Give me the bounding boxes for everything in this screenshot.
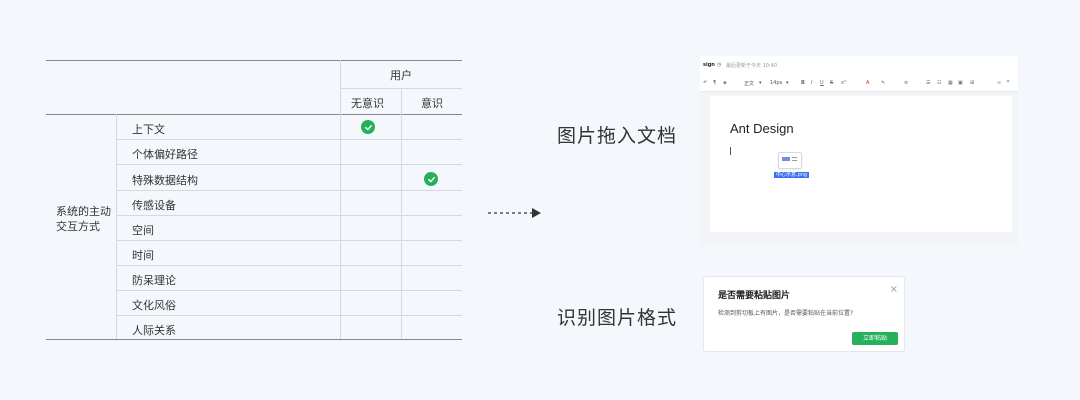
ordered-list-icon[interactable]: ☰ xyxy=(926,80,930,86)
align-icon[interactable]: ≡ xyxy=(904,80,908,86)
check-icon xyxy=(424,172,438,186)
table-rule xyxy=(116,215,462,216)
document-page[interactable]: Ant Design 中心示意.png xyxy=(710,96,1012,232)
paste-now-button[interactable]: 立即粘贴 xyxy=(852,332,898,345)
underline-icon[interactable]: U xyxy=(820,80,824,86)
editor-toolbar: ↶ ¶ ◈ 正文 ▾ 14px ▾ B I U S x² A ✎ ≡ ☰ ☷ ▦… xyxy=(700,74,1018,92)
interaction-matrix-table: 用户 无意识 意识 系统的主动 交互方式 上下文 个体偏好路径 特殊数据结构 传… xyxy=(46,60,462,340)
clock-icon: ◷ xyxy=(717,62,722,68)
image-thumbnail[interactable] xyxy=(778,152,802,169)
row-label: 时间 xyxy=(132,249,154,262)
table-top-rule xyxy=(46,60,462,61)
table-header-rule xyxy=(46,114,462,115)
table-rule xyxy=(116,315,462,316)
editor-topbar: sign ◷ 最后更新于今天 10:40 xyxy=(700,56,1018,74)
table-col-rule xyxy=(401,88,402,339)
table-col-rule xyxy=(116,114,117,339)
close-icon[interactable]: × xyxy=(890,285,898,295)
row-label: 防呆理论 xyxy=(132,274,176,287)
dialog-message: 检测到剪切板上有图片，是否需要粘贴在当前位置? xyxy=(718,310,854,317)
table-col-rule xyxy=(340,60,341,339)
strikethrough-icon[interactable]: S xyxy=(830,80,833,86)
bullet-list-icon[interactable]: ☷ xyxy=(937,80,941,86)
check-icon xyxy=(361,120,375,134)
link-icon[interactable]: ∞ xyxy=(997,80,1001,86)
text-cursor xyxy=(730,147,731,155)
dialog-title: 是否需要粘贴图片 xyxy=(718,291,791,301)
row-label: 特殊数据结构 xyxy=(132,174,198,187)
row-label: 文化风俗 xyxy=(132,299,176,312)
table-rule xyxy=(116,139,462,140)
font-color-icon[interactable]: A xyxy=(866,80,869,86)
document-title: Ant Design xyxy=(730,121,794,136)
font-size-select[interactable]: 14px xyxy=(770,80,783,86)
label-detect-format: 识别图片格式 xyxy=(557,307,678,329)
row-label: 传感设备 xyxy=(132,199,176,212)
column-header-aware: 意识 xyxy=(421,97,443,110)
column-header-unaware: 无意识 xyxy=(351,97,384,110)
image-file-name: 中心示意.png xyxy=(774,172,810,178)
bold-icon[interactable]: B xyxy=(801,80,805,86)
table-icon[interactable]: ▦ xyxy=(948,80,953,86)
group-header-users: 用户 xyxy=(390,69,412,82)
format-painter-icon[interactable]: ¶ xyxy=(713,80,716,86)
arrow-right-icon xyxy=(488,208,541,218)
table-rule xyxy=(116,164,462,165)
table-rule xyxy=(116,240,462,241)
table-rule xyxy=(116,290,462,291)
editor-saved-status: 最后更新于今天 10:40 xyxy=(726,63,777,69)
paragraph-style-select[interactable]: 正文 xyxy=(744,80,754,87)
row-label: 上下文 xyxy=(132,123,165,136)
image-icon[interactable]: ▣ xyxy=(958,80,963,86)
highlight-icon[interactable]: ✎ xyxy=(881,80,885,86)
italic-icon[interactable]: I xyxy=(811,80,812,86)
table-rule xyxy=(116,265,462,266)
quote-icon[interactable]: ❞ xyxy=(1007,80,1010,86)
undo-icon[interactable]: ↶ xyxy=(703,80,707,86)
row-label: 人际关系 xyxy=(132,324,176,337)
row-label: 个体偏好路径 xyxy=(132,148,198,161)
editor-title: sign xyxy=(703,62,715,68)
eraser-icon[interactable]: ◈ xyxy=(723,80,727,86)
row-group-label: 交互方式 xyxy=(56,220,100,233)
paste-image-dialog: 是否需要粘贴图片 × 检测到剪切板上有图片，是否需要粘贴在当前位置? 立即粘贴 xyxy=(703,276,905,352)
table-bottom-rule xyxy=(46,339,462,340)
chevron-down-icon: ▾ xyxy=(786,80,789,86)
superscript-icon[interactable]: x² xyxy=(841,80,846,86)
row-label: 空间 xyxy=(132,224,154,237)
chevron-down-icon: ▾ xyxy=(759,80,762,86)
label-drag-image: 图片拖入文档 xyxy=(557,125,678,147)
row-group-label: 系统的主动 xyxy=(56,205,111,218)
document-editor-screenshot: sign ◷ 最后更新于今天 10:40 ↶ ¶ ◈ 正文 ▾ 14px ▾ B… xyxy=(700,56,1018,246)
insert-icon[interactable]: ⊞ xyxy=(970,80,974,86)
table-rule xyxy=(116,190,462,191)
